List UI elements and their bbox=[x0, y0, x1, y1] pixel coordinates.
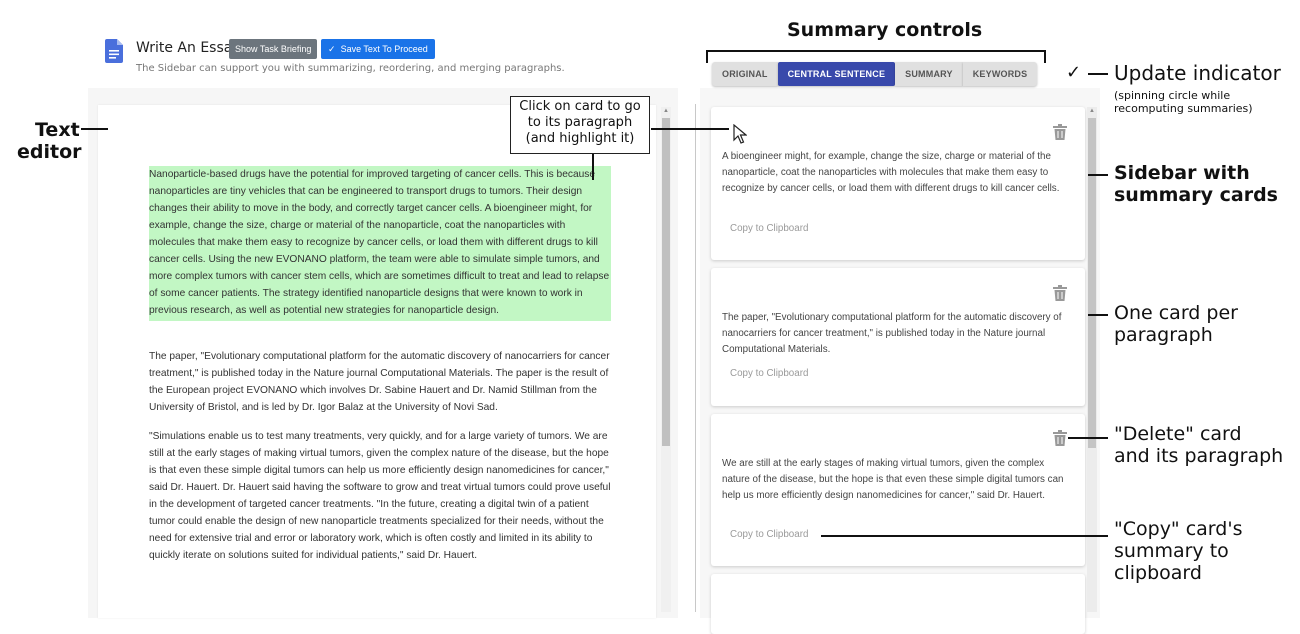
card-summary-text: The paper, "Evolutionary computational p… bbox=[722, 312, 1062, 355]
app-title: Write An Essay bbox=[136, 40, 241, 56]
annotation-sidebar-2: summary cards bbox=[1114, 184, 1278, 206]
scroll-up-icon[interactable]: ▲ bbox=[1089, 108, 1095, 114]
summary-card[interactable]: A bioengineer might, for example, change… bbox=[711, 107, 1085, 260]
annotation-line bbox=[1068, 437, 1108, 439]
annotation-click-card-3: (and highlight it) bbox=[525, 131, 635, 146]
copy-to-clipboard-button[interactable]: Copy to Clipboard bbox=[730, 223, 808, 234]
show-task-briefing-button[interactable]: Show Task Briefing bbox=[229, 39, 318, 59]
subtitle: The Sidebar can support you with summari… bbox=[136, 63, 565, 74]
annotation-bracket-left bbox=[706, 50, 708, 63]
summary-controls: ORIGINAL CENTRAL SENTENCE SUMMARY KEYWOR… bbox=[712, 62, 1038, 86]
summary-card[interactable] bbox=[711, 574, 1085, 634]
panel-divider[interactable] bbox=[695, 104, 696, 612]
tab-original[interactable]: ORIGINAL bbox=[712, 62, 778, 86]
annotation-sidebar-1: Sidebar with bbox=[1114, 162, 1250, 184]
annotation-update-note-2: recomputing summaries) bbox=[1114, 102, 1253, 115]
annotation-line bbox=[651, 128, 729, 130]
annotation-update-indicator: Update indicator bbox=[1114, 61, 1281, 85]
save-text-button[interactable]: ✓ Save Text To Proceed bbox=[321, 39, 435, 59]
annotation-line bbox=[81, 128, 108, 130]
tab-central-sentence[interactable]: CENTRAL SENTENCE bbox=[777, 62, 896, 86]
annotation-line bbox=[592, 154, 594, 180]
annotation-click-card-2: to its paragraph bbox=[527, 115, 633, 130]
annotation-copy-3: clipboard bbox=[1114, 562, 1202, 584]
update-indicator-check-icon: ✓ bbox=[1066, 62, 1082, 83]
trash-icon[interactable] bbox=[1053, 124, 1067, 140]
annotation-click-card: Click on card to go to its paragraph (an… bbox=[510, 96, 650, 154]
annotation-line bbox=[1088, 174, 1108, 176]
tab-summary[interactable]: SUMMARY bbox=[895, 62, 963, 86]
save-text-label: Save Text To Proceed bbox=[340, 44, 428, 54]
annotation-text-editor-2: editor bbox=[17, 141, 82, 163]
annotation-one-card-2: paragraph bbox=[1114, 324, 1213, 346]
annotation-line bbox=[821, 535, 1108, 537]
annotation-summary-controls: Summary controls bbox=[787, 19, 983, 41]
editor-paragraph-highlighted[interactable]: Nanoparticle-based drugs have the potent… bbox=[149, 166, 611, 321]
annotation-text-editor-1: Text bbox=[35, 119, 80, 141]
scroll-up-icon[interactable]: ▲ bbox=[663, 108, 669, 114]
annotation-line bbox=[1088, 314, 1108, 316]
annotation-bracket-right bbox=[1044, 50, 1046, 63]
annotation-click-card-1: Click on card to go bbox=[519, 99, 641, 114]
editor-scrollbar-thumb[interactable] bbox=[662, 118, 670, 446]
summary-card[interactable]: The paper, "Evolutionary computational p… bbox=[711, 268, 1085, 406]
trash-icon[interactable] bbox=[1053, 285, 1067, 301]
copy-to-clipboard-button[interactable]: Copy to Clipboard bbox=[730, 529, 808, 540]
annotation-line bbox=[1088, 73, 1108, 75]
annotation-bracket bbox=[706, 50, 1046, 52]
card-summary-text: A bioengineer might, for example, change… bbox=[722, 151, 1060, 194]
annotation-copy-1: "Copy" card's bbox=[1114, 518, 1243, 540]
copy-to-clipboard-button[interactable]: Copy to Clipboard bbox=[730, 368, 808, 379]
trash-icon[interactable] bbox=[1053, 430, 1067, 446]
annotation-delete-1: "Delete" card bbox=[1114, 423, 1242, 445]
document-icon bbox=[105, 39, 123, 63]
annotation-copy-2: summary to bbox=[1114, 540, 1229, 562]
tab-keywords[interactable]: KEYWORDS bbox=[962, 62, 1038, 86]
sidebar-scrollbar-thumb[interactable] bbox=[1088, 118, 1096, 448]
mouse-cursor-icon bbox=[733, 124, 747, 144]
check-icon: ✓ bbox=[328, 44, 336, 54]
summary-card[interactable]: We are still at the early stages of maki… bbox=[711, 414, 1085, 566]
annotation-update-note-1: (spinning circle while bbox=[1114, 89, 1231, 102]
card-summary-text: We are still at the early stages of maki… bbox=[722, 458, 1064, 501]
editor-paragraph[interactable]: The paper, "Evolutionary computational p… bbox=[149, 348, 611, 416]
annotation-delete-2: and its paragraph bbox=[1114, 445, 1284, 467]
annotation-one-card-1: One card per bbox=[1114, 302, 1238, 324]
editor-paragraph[interactable]: "Simulations enable us to test many trea… bbox=[149, 428, 611, 564]
